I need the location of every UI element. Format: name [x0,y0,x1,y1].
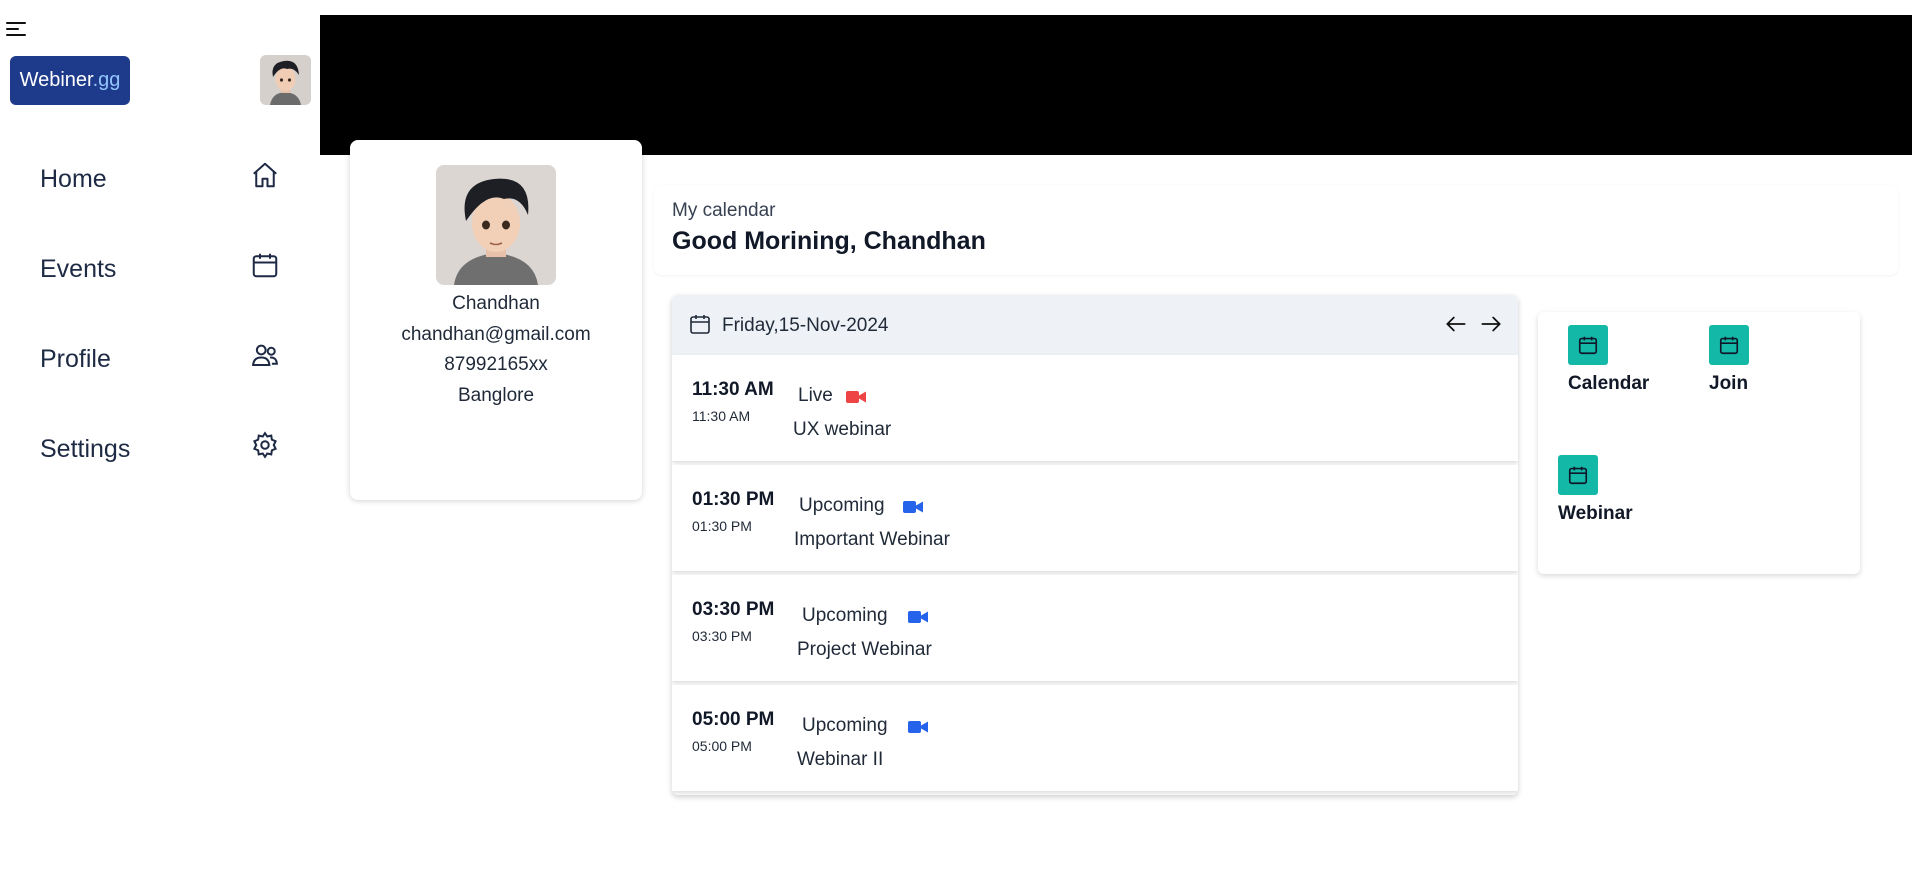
webinar-action-button[interactable]: Webinar [1558,455,1633,525]
event-time-small: 01:30 PM [692,518,752,534]
event-time: 01:30 PM [692,489,775,510]
calendar-icon [1568,325,1608,365]
event-title: Project Webinar [797,639,932,660]
event-row[interactable]: 05:00 PM 05:00 PM Upcoming Webinar II [672,685,1518,791]
sidebar: Webiner.gg Home Events Profile Settings [0,0,320,877]
sidebar-avatar[interactable] [260,55,311,105]
action-label: Join [1709,373,1749,394]
event-time-small: 03:30 PM [692,628,752,644]
video-camera-icon [902,499,924,515]
brand-logo[interactable]: Webiner.gg [10,56,130,105]
arrow-left-icon[interactable] [1442,311,1470,337]
event-status: Upcoming [802,605,888,626]
gear-icon [250,430,280,460]
video-camera-icon [907,609,929,625]
event-row[interactable]: 11:30 AM 11:30 AM Live UX webinar [672,355,1518,461]
users-icon [250,340,280,370]
sidebar-item-settings[interactable]: Settings [0,418,320,508]
event-row[interactable]: 01:30 PM 01:30 PM Upcoming Important Web… [672,465,1518,571]
greeting-panel: My calendar Good Morining, Chandhan [654,185,1898,275]
sidebar-item-profile[interactable]: Profile [0,328,320,418]
greeting-subtitle: My calendar [672,200,776,221]
event-time-small: 05:00 PM [692,738,752,754]
calendar-icon [1709,325,1749,365]
calendar-icon [250,250,280,280]
sidebar-item-label: Profile [40,345,111,373]
event-status: Upcoming [802,715,888,736]
profile-info: Chandhan chandhan@gmail.com 87992165xx B… [350,289,642,411]
calendar-icon [688,312,712,336]
event-time: 05:00 PM [692,709,775,730]
home-icon [250,160,280,190]
schedule-header: Friday,15-Nov-2024 [672,295,1518,355]
brand-name: Webiner [19,69,93,91]
join-action-button[interactable]: Join [1709,325,1749,395]
hamburger-menu-icon[interactable] [4,19,28,39]
schedule-panel: Friday,15-Nov-2024 11:30 AM 11:30 AM Liv… [672,295,1518,795]
profile-email: chandhan@gmail.com [401,323,591,345]
brand-suffix: .gg [92,69,121,91]
header-banner [320,15,1912,155]
sidebar-nav: Home Events Profile Settings [0,148,320,508]
event-time: 03:30 PM [692,599,775,620]
event-title: Important Webinar [794,529,950,550]
sidebar-item-label: Settings [40,435,131,463]
sidebar-item-home[interactable]: Home [0,148,320,238]
profile-phone: 87992165xx [444,354,548,375]
sidebar-item-label: Events [40,255,117,283]
profile-avatar [436,165,556,285]
action-label: Webinar [1558,503,1633,524]
greeting-title: Good Morining, Chandhan [672,227,986,255]
sidebar-item-events[interactable]: Events [0,238,320,328]
event-status: Live [798,385,833,406]
event-row[interactable]: 03:30 PM 03:30 PM Upcoming Project Webin… [672,575,1518,681]
event-status: Upcoming [799,495,885,516]
event-time-small: 11:30 AM [692,408,751,424]
quick-actions-panel: Calendar Join Webinar [1538,312,1860,574]
event-time: 11:30 AM [692,379,774,400]
sidebar-item-label: Home [40,165,107,193]
profile-name: Chandhan [452,293,540,314]
calendar-icon [1558,455,1598,495]
video-camera-icon [845,389,867,405]
arrow-right-icon[interactable] [1477,311,1505,337]
calendar-action-button[interactable]: Calendar [1568,325,1649,395]
event-title: Webinar II [797,749,884,770]
event-title: UX webinar [793,419,892,440]
profile-city: Banglore [457,384,535,406]
profile-card: Chandhan chandhan@gmail.com 87992165xx B… [350,140,642,500]
video-camera-icon [907,719,929,735]
action-label: Calendar [1568,373,1650,394]
schedule-date: Friday,15-Nov-2024 [722,315,889,336]
